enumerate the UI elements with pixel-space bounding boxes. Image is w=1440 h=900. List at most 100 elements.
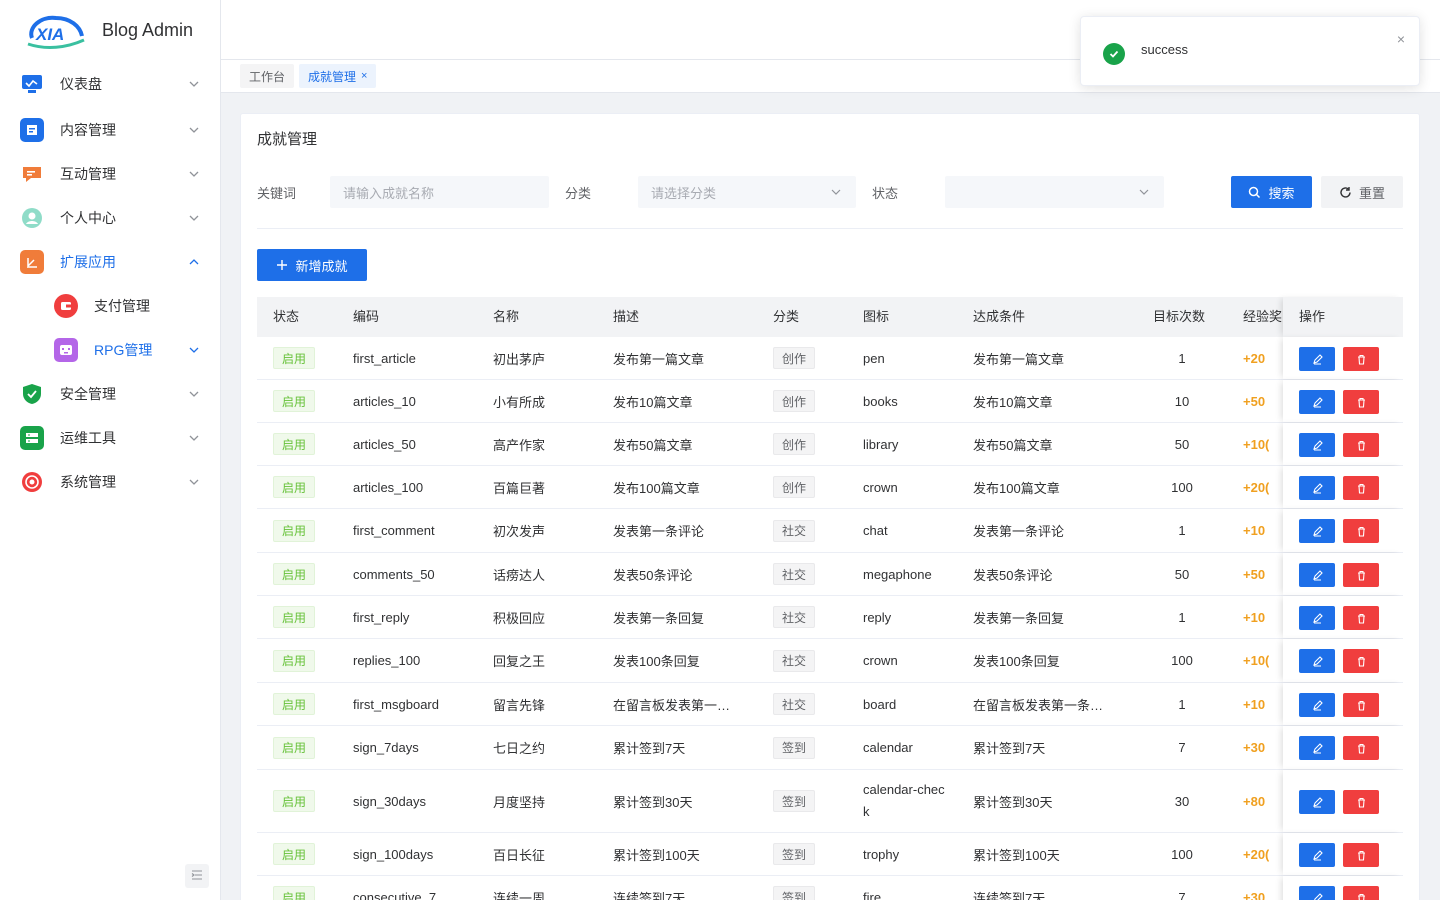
exp-value: +10(	[1243, 436, 1270, 452]
reset-button[interactable]: 重置	[1321, 176, 1403, 208]
edit-button[interactable]	[1299, 476, 1335, 500]
cell-exp: +30	[1243, 726, 1283, 769]
col-code: 编码	[353, 309, 380, 324]
cell-condition-text: 累计签到30天	[973, 794, 1053, 810]
exp-value: +20(	[1243, 846, 1270, 862]
tag-achievements[interactable]: 成就管理 ×	[299, 64, 377, 88]
delete-button[interactable]	[1343, 476, 1379, 500]
cell-condition: 累计签到7天	[973, 726, 1118, 769]
edit-button[interactable]	[1299, 606, 1335, 630]
cell-condition: 发表第一条回复	[973, 596, 1118, 638]
cell-target: 30	[1153, 770, 1211, 832]
sidebar-item-interaction[interactable]: 互动管理	[0, 152, 220, 196]
cell-desc: 连续签到7天	[613, 876, 743, 900]
close-icon[interactable]: ×	[1397, 31, 1405, 47]
cell-code-text: first_article	[353, 350, 416, 366]
delete-button[interactable]	[1343, 390, 1379, 414]
edit-button[interactable]	[1299, 736, 1335, 760]
edit-icon	[1312, 525, 1323, 537]
cell-target-text: 1	[1178, 696, 1186, 712]
exp-value: +10	[1243, 609, 1266, 625]
sidebar-item-payment[interactable]: 支付管理	[0, 284, 220, 328]
app-root: XIA Blog Admin 仪表盘 内容管理 互动管理 个人中心 扩展应用 支…	[0, 0, 1440, 900]
category-select[interactable]: 请选择分类	[638, 176, 856, 208]
edit-button[interactable]	[1299, 347, 1335, 371]
delete-button[interactable]	[1343, 347, 1379, 371]
tag-workbench[interactable]: 工作台	[240, 64, 295, 88]
chevron-down-icon	[188, 432, 200, 444]
col-desc: 描述	[613, 309, 640, 324]
sidebar-item-system[interactable]: 系统管理	[0, 460, 220, 504]
cell-icon-name-text: trophy	[863, 846, 900, 862]
delete-button[interactable]	[1343, 790, 1379, 814]
sidebar-item-profile[interactable]: 个人中心	[0, 196, 220, 240]
user-icon	[20, 206, 44, 230]
delete-button[interactable]	[1343, 886, 1379, 900]
trash-icon	[1356, 797, 1367, 808]
status-badge: 启用	[273, 390, 316, 412]
cell-exp: +10	[1243, 683, 1283, 725]
status-select[interactable]	[945, 176, 1164, 208]
status-badge: 启用	[273, 519, 316, 542]
delete-button[interactable]	[1343, 736, 1379, 760]
sidebar-item-rpg[interactable]: RPG管理	[0, 328, 220, 372]
sidebar-item-label: RPG管理	[94, 342, 153, 358]
table-row: 启用 sign_30days 月度坚持 累计签到30天 签到 calendar-check…	[257, 770, 1403, 833]
tag-label: 成就管理	[308, 69, 357, 84]
exp-value: +30	[1243, 889, 1266, 900]
cell-code: sign_7days	[353, 726, 419, 769]
cell-status: 启用	[273, 833, 316, 875]
sidebar-item-label: 互动管理	[60, 166, 116, 182]
delete-button[interactable]	[1343, 843, 1379, 867]
edit-button[interactable]	[1299, 790, 1335, 814]
edit-button[interactable]	[1299, 433, 1335, 457]
cell-exp: +10	[1243, 596, 1283, 638]
edit-button[interactable]	[1299, 843, 1335, 867]
sidebar-item-dashboard[interactable]: 仪表盘	[0, 60, 220, 108]
delete-button[interactable]	[1343, 563, 1379, 587]
sidebar-item-security[interactable]: 安全管理	[0, 372, 220, 416]
edit-button[interactable]	[1299, 886, 1335, 900]
edit-button[interactable]	[1299, 390, 1335, 414]
actions-cell	[1283, 596, 1403, 638]
sidebar-item-content[interactable]: 内容管理	[0, 108, 220, 152]
edit-button[interactable]	[1299, 693, 1335, 717]
delete-button[interactable]	[1343, 649, 1379, 673]
trash-icon	[1356, 850, 1367, 861]
edit-icon	[1312, 612, 1323, 624]
sidebar-item-ops[interactable]: 运维工具	[0, 416, 220, 460]
category-tag: 社交	[773, 693, 816, 715]
reset-label: 重置	[1358, 185, 1385, 201]
cell-condition: 连续签到7天	[973, 876, 1118, 900]
cell-desc-text: 发表50条评论	[613, 567, 693, 583]
cell-target: 7	[1153, 726, 1211, 769]
cell-name-text: 小有所成	[493, 394, 546, 410]
add-achievement-button[interactable]: 新增成就	[257, 249, 367, 281]
delete-button[interactable]	[1343, 693, 1379, 717]
search-button[interactable]: 搜索	[1231, 176, 1312, 208]
delete-button[interactable]	[1343, 519, 1379, 543]
category-tag: 创作	[773, 476, 816, 498]
cell-target-text: 50	[1174, 436, 1190, 452]
cell-target: 1	[1153, 683, 1211, 725]
logo[interactable]: XIA Blog Admin	[0, 0, 220, 60]
table-row: 启用 sign_100days 百日长征 累计签到100天 签到 trophy 累计签到10…	[257, 833, 1403, 876]
cell-target-text: 7	[1178, 740, 1186, 755]
delete-button[interactable]	[1343, 433, 1379, 457]
cell-condition: 发表50条评论	[973, 553, 1118, 595]
sidebar-item-extensions[interactable]: 扩展应用	[0, 240, 220, 284]
edit-button[interactable]	[1299, 519, 1335, 543]
close-icon[interactable]: ×	[361, 70, 367, 82]
edit-button[interactable]	[1299, 563, 1335, 587]
category-tag: 创作	[773, 347, 816, 369]
keyword-input[interactable]: 请输入成就名称	[330, 176, 549, 208]
cell-exp: +20(	[1243, 466, 1283, 508]
cell-status: 启用	[273, 337, 316, 379]
edit-button[interactable]	[1299, 649, 1335, 673]
trash-icon	[1356, 743, 1367, 754]
delete-button[interactable]	[1343, 606, 1379, 630]
cell-name: 回复之王	[493, 639, 545, 682]
cell-icon-name: fire	[863, 876, 949, 900]
collapse-sidebar-button[interactable]	[185, 864, 209, 888]
cell-icon-name: calendar	[863, 726, 949, 769]
